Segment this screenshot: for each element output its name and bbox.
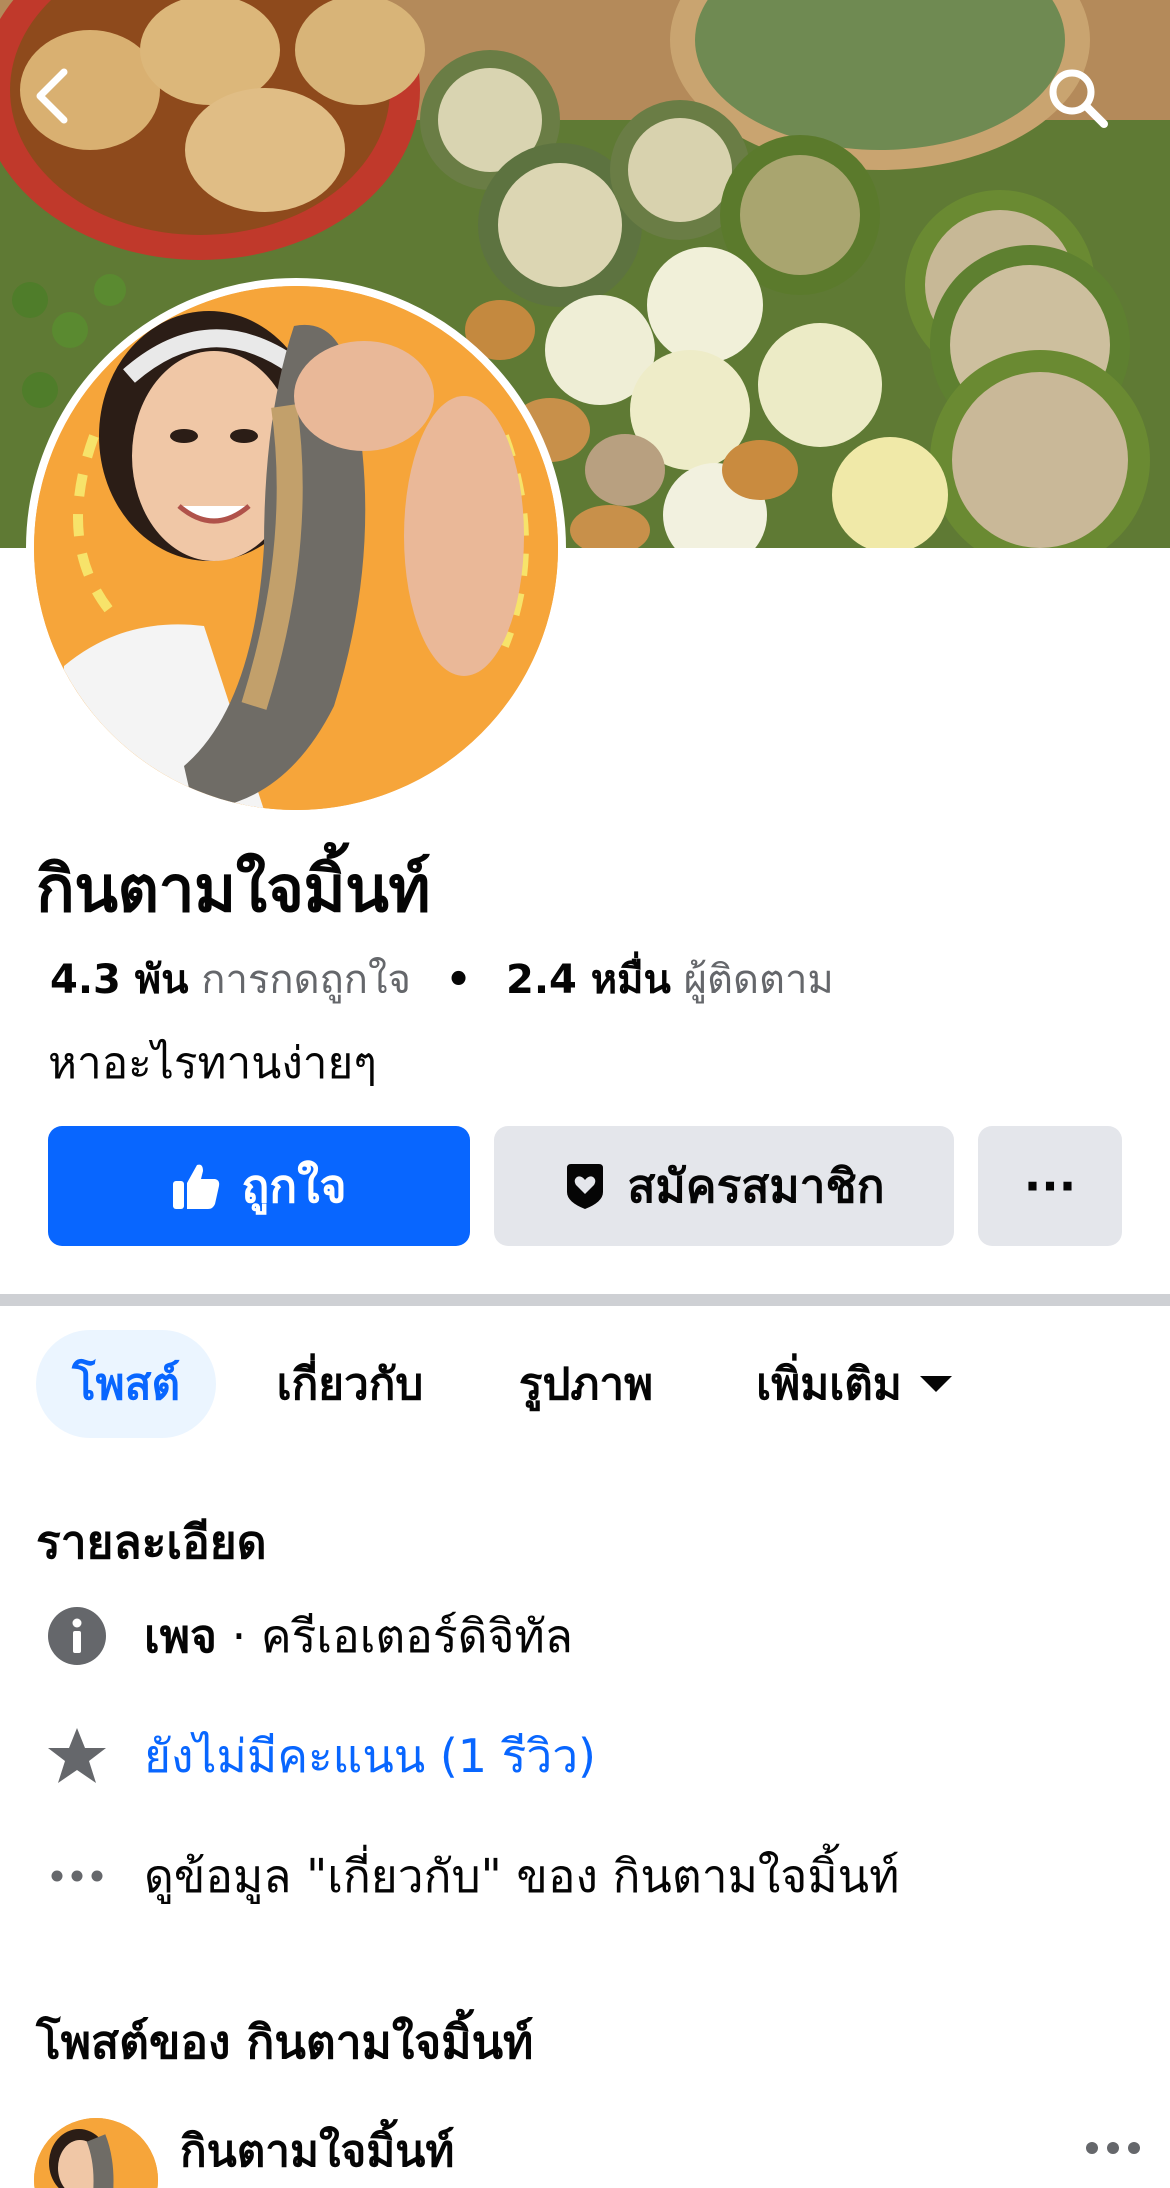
details-heading: รายละเอียด	[36, 1515, 267, 1569]
page-category-row: เพจ · ครีเอเตอร์ดิจิทัล	[46, 1604, 573, 1668]
ellipsis-icon	[1086, 2142, 1140, 2154]
more-options-label: ···	[1023, 1159, 1077, 1213]
search-icon	[1049, 69, 1108, 128]
page-title: กินตามใจมิ้นท์	[36, 853, 431, 927]
tab-more-label: เพิ่มเติม	[756, 1359, 902, 1410]
see-about-link[interactable]: ดูข้อมูล "เกี่ยวกับ" ของ กินตามใจมิ้นท์	[144, 1844, 899, 1908]
rating-row[interactable]: ยังไม่มีคะแนน (1 รีวิว)	[46, 1724, 596, 1788]
tab-about[interactable]: เกี่ยวกับ	[250, 1330, 450, 1438]
chevron-left-icon	[36, 68, 68, 124]
rating-link[interactable]: ยังไม่มีคะแนน (1 รีวิว)	[144, 1724, 596, 1788]
subscribe-button-label: สมัครสมาชิก	[627, 1158, 885, 1213]
back-button[interactable]	[30, 66, 110, 146]
tab-posts-label: โพสต์	[71, 1359, 181, 1410]
star-icon	[46, 1725, 108, 1787]
post-author-name[interactable]: กินตามใจมิ้นท์	[180, 2122, 454, 2182]
badge-heart-icon	[563, 1162, 607, 1210]
see-about-row[interactable]: ดูข้อมูล "เกี่ยวกับ" ของ กินตามใจมิ้นท์	[46, 1844, 899, 1908]
post-author-avatar-illustration	[34, 2118, 158, 2188]
caret-down-icon	[919, 1376, 952, 1392]
tab-photos[interactable]: รูปภาพ	[486, 1330, 686, 1438]
tab-about-label: เกี่ยวกับ	[276, 1359, 424, 1410]
stats-separator: •	[445, 957, 472, 1003]
page-type: เพจ	[144, 1609, 217, 1663]
post-menu-button[interactable]	[1068, 2118, 1158, 2178]
ellipsis-icon	[46, 1845, 108, 1907]
info-icon	[46, 1605, 108, 1667]
posts-heading: โพสต์ของ กินตามใจมิ้นท์	[36, 2015, 534, 2069]
profile-avatar-illustration	[34, 286, 558, 810]
search-button[interactable]	[1046, 66, 1126, 146]
followers-count[interactable]: 2.4 หมื่น	[506, 957, 671, 1003]
post-author-avatar[interactable]	[34, 2118, 158, 2188]
section-divider	[0, 1294, 1170, 1306]
more-options-button[interactable]: ···	[978, 1126, 1122, 1246]
like-button[interactable]: ถูกใจ	[48, 1126, 470, 1246]
tab-more[interactable]: เพิ่มเติม	[734, 1330, 974, 1438]
page-stats: 4.3 พัน การกดถูกใจ • 2.4 หมื่น ผู้ติดตาม	[50, 952, 834, 1008]
like-button-label: ถูกใจ	[241, 1158, 347, 1213]
thumbs-up-icon	[171, 1161, 221, 1211]
followers-label[interactable]: ผู้ติดตาม	[684, 957, 834, 1003]
likes-label[interactable]: การกดถูกใจ	[201, 957, 411, 1003]
page-type-separator: ·	[217, 1609, 261, 1663]
tab-posts[interactable]: โพสต์	[36, 1330, 216, 1438]
page-category: ครีเอเตอร์ดิจิทัล	[260, 1609, 573, 1663]
profile-avatar[interactable]	[26, 278, 566, 818]
page-bio: หาอะไรทานง่ายๆ	[48, 1038, 377, 1089]
tab-photos-label: รูปภาพ	[518, 1359, 654, 1410]
likes-count[interactable]: 4.3 พัน	[50, 957, 189, 1003]
subscribe-button[interactable]: สมัครสมาชิก	[494, 1126, 954, 1246]
